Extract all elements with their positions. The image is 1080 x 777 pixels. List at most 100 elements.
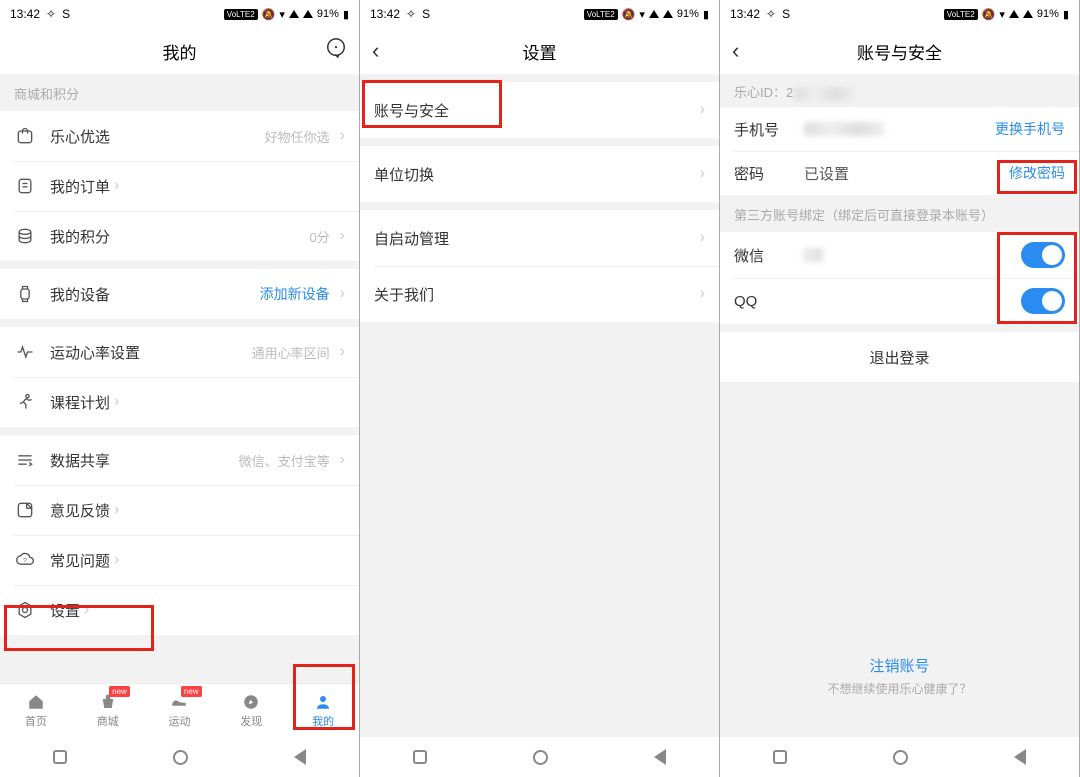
lexin-id-row: 乐心ID：2 <box>720 74 1079 107</box>
item-youxuan[interactable]: 乐心优选 好物任你选 › <box>0 111 359 161</box>
chevron-right-icon: › <box>114 393 119 411</box>
tab-home[interactable]: 首页 <box>0 684 72 737</box>
signal-icon-2 <box>1023 10 1033 18</box>
nav-home[interactable] <box>533 750 548 765</box>
mute-icon: 🔕 <box>982 8 996 21</box>
wechat-value-masked <box>804 248 824 262</box>
label: 乐心优选 <box>50 126 110 147</box>
value: 通用心率区间 <box>252 343 336 362</box>
cloud-icon: ? <box>14 549 36 571</box>
mute-icon: 🔕 <box>262 8 276 21</box>
item-autostart[interactable]: 自启动管理 › <box>360 210 719 266</box>
wifi-icon: ▾ <box>999 8 1005 21</box>
label: 我的设备 <box>50 284 110 305</box>
row-wechat: 微信 <box>720 232 1079 278</box>
item-about[interactable]: 关于我们 › <box>360 266 719 322</box>
chevron-right-icon: › <box>340 285 345 303</box>
id-value-masked <box>795 87 855 101</box>
chevron-right-icon: › <box>114 551 119 569</box>
tab-sport[interactable]: new 运动 <box>144 684 216 737</box>
item-feedback[interactable]: 意见反馈 › <box>0 485 359 535</box>
label: 自启动管理 <box>374 228 449 249</box>
mute-icon: 🔕 <box>622 8 636 21</box>
chevron-right-icon: › <box>700 229 705 247</box>
label: 课程计划 <box>50 392 110 413</box>
label: 运动心率设置 <box>50 342 140 363</box>
value: 好物任你选 <box>265 127 336 146</box>
tab-mall[interactable]: new 商城 <box>72 684 144 737</box>
item-unit[interactable]: 单位切换 › <box>360 146 719 202</box>
chevron-right-icon: › <box>114 177 119 195</box>
nav-recent[interactable] <box>413 750 427 764</box>
tab-label: 我的 <box>312 713 334 729</box>
page-title: 账号与安全 <box>857 39 942 64</box>
share-icon <box>14 449 36 471</box>
label: 密码 <box>734 163 804 184</box>
item-faq[interactable]: ? 常见问题 › <box>0 535 359 585</box>
label: 我的订单 <box>50 176 110 197</box>
status-bar: 13:42 ✧ S VoLTE2 🔕 ▾ 91% ▮ <box>720 0 1079 28</box>
item-account-security[interactable]: 账号与安全 › <box>360 82 719 138</box>
battery-text: 91% <box>677 8 699 20</box>
nav-back[interactable] <box>294 749 306 765</box>
nav-home[interactable] <box>173 750 188 765</box>
tab-mine[interactable]: 我的 <box>287 684 359 737</box>
cancel-account-sub: 不想继续使用乐心健康了？ <box>720 680 1079 697</box>
cancel-account-link[interactable]: 注销账号 <box>720 655 1079 676</box>
logout-button[interactable]: 退出登录 <box>720 332 1079 382</box>
volte-badge: VoLTE2 <box>944 9 978 20</box>
bag-icon <box>14 125 36 147</box>
nav-recent[interactable] <box>53 750 67 764</box>
compass-icon <box>240 693 262 711</box>
nav-recent[interactable] <box>773 750 787 764</box>
toggle-wechat[interactable] <box>1021 242 1065 268</box>
back-icon[interactable]: ‹ <box>732 38 739 64</box>
chevron-right-icon: › <box>700 165 705 183</box>
svg-text:?: ? <box>23 558 27 565</box>
value: 0分 <box>309 227 335 246</box>
nav-back[interactable] <box>1014 749 1026 765</box>
home-icon <box>25 693 47 711</box>
tab-discover[interactable]: 发现 <box>215 684 287 737</box>
chevron-right-icon: › <box>340 343 345 361</box>
item-points[interactable]: 我的积分 0分 › <box>0 211 359 261</box>
item-settings[interactable]: 设置 › <box>0 585 359 635</box>
item-share[interactable]: 数据共享 微信、支付宝等 › <box>0 435 359 485</box>
wifi-icon: ▾ <box>639 8 645 21</box>
change-phone-link[interactable]: 更换手机号 <box>995 119 1065 139</box>
nav-back[interactable] <box>654 749 666 765</box>
item-orders[interactable]: 我的订单 › <box>0 161 359 211</box>
back-icon[interactable]: ‹ <box>372 38 379 64</box>
chevron-right-icon: › <box>84 601 89 619</box>
item-plan[interactable]: 课程计划 › <box>0 377 359 427</box>
label: 意见反馈 <box>50 500 110 521</box>
logout-label: 退出登录 <box>869 347 929 368</box>
message-icon[interactable] <box>325 37 347 65</box>
thirdparty-label: 第三方账号绑定（绑定后可直接登录本账号） <box>720 195 1079 232</box>
id-label: 乐心ID：2 <box>734 85 793 100</box>
battery-icon: ▮ <box>703 8 709 21</box>
status-app-icon-1: ✧ <box>766 7 776 21</box>
new-badge: new <box>181 686 202 697</box>
cancel-account-area: 注销账号 不想继续使用乐心健康了？ <box>720 655 1079 697</box>
row-phone[interactable]: 手机号 更换手机号 <box>720 107 1079 151</box>
tab-label: 首页 <box>25 713 47 729</box>
feedback-icon <box>14 499 36 521</box>
chevron-right-icon: › <box>340 227 345 245</box>
phone-value-masked <box>804 122 884 136</box>
signal-icon-1 <box>649 10 659 18</box>
page-title: 设置 <box>523 39 557 64</box>
change-password-link[interactable]: 修改密码 <box>1009 163 1065 183</box>
item-heartrate[interactable]: 运动心率设置 通用心率区间 › <box>0 327 359 377</box>
row-password[interactable]: 密码 已设置 修改密码 <box>720 151 1079 195</box>
section-label-mall: 商城和积分 <box>0 74 359 111</box>
person-icon <box>312 693 334 711</box>
nav-home[interactable] <box>893 750 908 765</box>
chevron-right-icon: › <box>700 101 705 119</box>
item-devices[interactable]: 我的设备 添加新设备 › <box>0 269 359 319</box>
toggle-qq[interactable] <box>1021 288 1065 314</box>
label: 关于我们 <box>374 284 434 305</box>
signal-icon-2 <box>663 10 673 18</box>
chevron-right-icon: › <box>340 451 345 469</box>
status-app-icon-2: S <box>422 7 430 21</box>
